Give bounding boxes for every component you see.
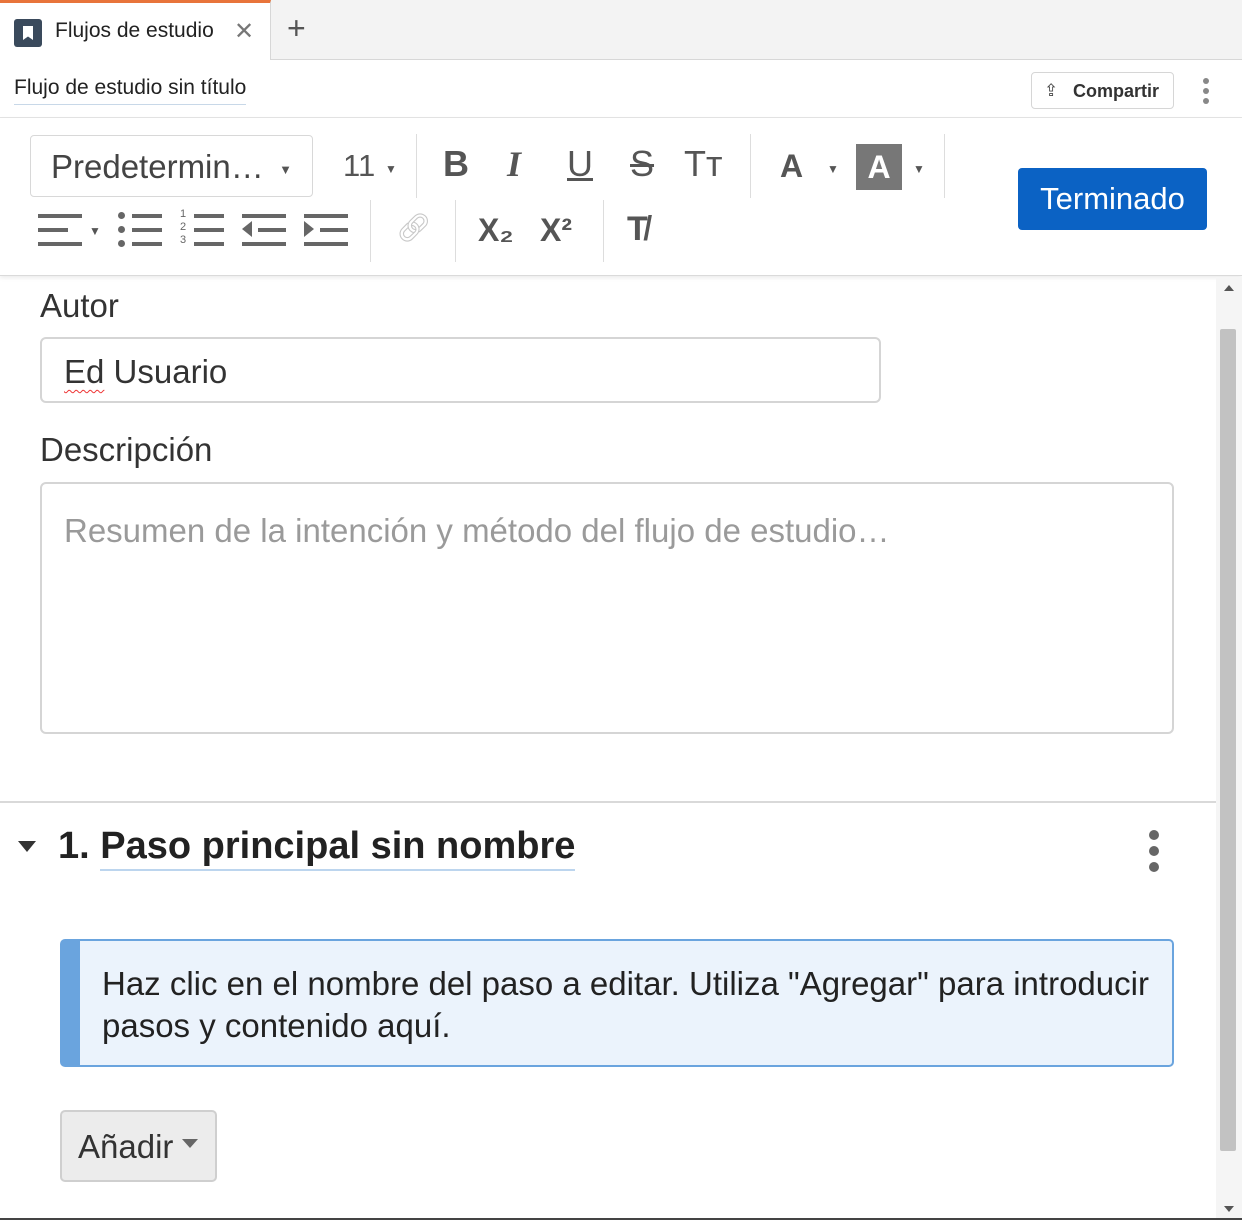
share-icon: ⇪ [1044, 81, 1059, 100]
author-label: Autor [40, 287, 119, 324]
align-left-icon[interactable] [38, 212, 82, 248]
document-title-bar: Flujo de estudio sin título ⇪ Compartir [0, 60, 1242, 118]
chevron-down-icon: ▼ [913, 162, 925, 176]
author-input[interactable]: Ed Usuario [40, 337, 881, 403]
clear-formatting-icon[interactable]: T̸ [627, 212, 648, 246]
description-label: Descripción [40, 431, 213, 468]
divider [750, 134, 751, 198]
divider [455, 200, 456, 262]
step-name[interactable]: Paso principal sin nombre [100, 825, 576, 871]
step-more-options-icon[interactable] [1149, 830, 1159, 876]
font-size-select[interactable]: 11 [343, 150, 375, 181]
scroll-down-icon[interactable] [1224, 1206, 1234, 1212]
bulleted-list-icon[interactable] [118, 212, 162, 248]
info-callout: Haz clic en el nombre del paso a editar.… [60, 939, 1174, 1067]
tab-bar: Flujos de estudio ✕ + [0, 0, 1242, 60]
tab-flujos-de-estudio[interactable]: Flujos de estudio ✕ [0, 0, 271, 60]
info-text: Haz clic en el nombre del paso a editar.… [102, 965, 1149, 1044]
chevron-down-icon [182, 1139, 198, 1148]
font-color-button[interactable]: A [780, 150, 803, 182]
formatting-toolbar: Predetermin… ▼ 11 ▼ B I U S Tт A ▼ A ▼ ▼… [0, 118, 1242, 276]
window-bottom-border [0, 1218, 1242, 1220]
author-value: Ed Usuario [64, 353, 227, 391]
editor-content: Autor Ed Usuario Descripción Resumen de … [0, 277, 1216, 1220]
chevron-down-icon: ▼ [279, 162, 292, 177]
subscript-button[interactable]: X₂ [478, 214, 514, 246]
chevron-down-icon: ▼ [89, 224, 101, 238]
divider [370, 200, 371, 262]
more-options-icon[interactable] [1203, 78, 1209, 108]
numbered-list-icon[interactable]: 123 [180, 208, 224, 250]
superscript-button[interactable]: X² [540, 214, 572, 246]
font-family-select[interactable]: Predetermin… ▼ [30, 135, 313, 197]
close-icon[interactable]: ✕ [234, 17, 254, 46]
link-icon: 🔗︎ [396, 212, 432, 243]
description-placeholder: Resumen de la intención y método del flu… [64, 512, 890, 549]
italic-button[interactable]: I [507, 146, 521, 182]
vertical-scrollbar[interactable] [1216, 277, 1242, 1220]
collapse-caret-icon[interactable] [18, 841, 36, 852]
description-textarea[interactable]: Resumen de la intención y método del flu… [40, 482, 1174, 734]
bold-button[interactable]: B [443, 146, 469, 182]
chevron-down-icon: ▼ [827, 162, 839, 176]
tab-label: Flujos de estudio [55, 19, 214, 42]
increase-indent-icon[interactable] [304, 212, 348, 248]
divider [603, 200, 604, 262]
document-title[interactable]: Flujo de estudio sin título [14, 76, 247, 105]
step-number: 1. [58, 825, 90, 867]
done-button[interactable]: Terminado [1018, 168, 1207, 230]
underline-button[interactable]: U [567, 146, 593, 182]
scroll-up-icon[interactable] [1224, 285, 1234, 291]
share-button[interactable]: ⇪ Compartir [1031, 72, 1174, 109]
font-family-value: Predetermin… [51, 148, 264, 185]
author-value-rest: Usuario [104, 353, 228, 390]
scrollbar-thumb[interactable] [1220, 329, 1236, 1151]
decrease-indent-icon[interactable] [242, 212, 286, 248]
strikethrough-button[interactable]: S [630, 146, 654, 182]
chevron-down-icon: ▼ [385, 162, 397, 176]
add-label: Añadir [78, 1128, 174, 1165]
share-label: Compartir [1073, 81, 1160, 101]
divider [416, 134, 417, 198]
add-button[interactable]: Añadir [60, 1110, 217, 1182]
author-value-first: Ed [64, 353, 105, 390]
flow-document-icon [14, 19, 42, 47]
divider [944, 134, 945, 198]
plus-icon[interactable]: + [287, 10, 306, 47]
step-title[interactable]: 1. Paso principal sin nombre [58, 825, 576, 871]
text-size-button[interactable]: Tт [684, 146, 722, 182]
highlight-color-button[interactable]: A [856, 144, 902, 190]
section-divider [0, 801, 1216, 803]
